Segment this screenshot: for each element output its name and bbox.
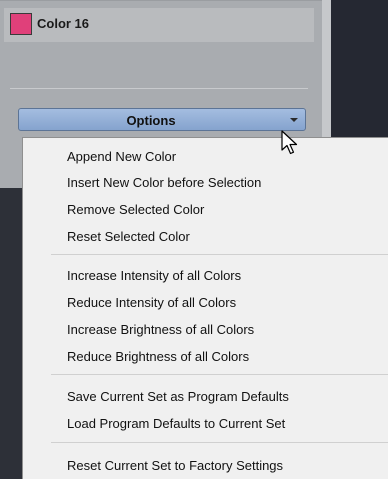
color-list-row[interactable]: Color 16 [4, 8, 314, 42]
menu-item-insert-new-color[interactable]: Insert New Color before Selection [51, 169, 388, 195]
menu-item-load-program-defaults[interactable]: Load Program Defaults to Current Set [51, 410, 388, 436]
menu-item-label: Increase Brightness of all Colors [67, 322, 255, 337]
menu-separator [51, 442, 388, 443]
menu-item-label: Reduce Intensity of all Colors [67, 295, 237, 310]
panel-top-border [0, 0, 322, 1]
menu-item-label: Remove Selected Color [67, 202, 205, 217]
menu-item-label: Append New Color [67, 149, 177, 164]
menu-item-label: Increase Intensity of all Colors [67, 268, 242, 283]
chevron-down-icon [290, 118, 298, 122]
menu-item-label: Load Program Defaults to Current Set [67, 416, 286, 431]
menu-item-label: Reduce Brightness of all Colors [67, 349, 250, 364]
menu-item-increase-brightness[interactable]: Increase Brightness of all Colors [51, 316, 388, 342]
menu-item-label: Insert New Color before Selection [67, 175, 262, 190]
screen: Color 16 Options Append New Color Insert… [0, 0, 388, 479]
menu-item-reduce-intensity[interactable]: Reduce Intensity of all Colors [51, 289, 388, 315]
color-name-label: Color 16 [37, 16, 90, 31]
menu-item-reset-selected-color[interactable]: Reset Selected Color [51, 223, 388, 249]
mouse-pointer-icon [281, 130, 298, 155]
menu-item-label: Reset Selected Color [67, 229, 190, 244]
menu-item-remove-selected-color[interactable]: Remove Selected Color [51, 196, 388, 222]
menu-item-increase-intensity[interactable]: Increase Intensity of all Colors [51, 262, 388, 288]
menu-item-reset-factory-settings[interactable]: Reset Current Set to Factory Settings [51, 452, 388, 478]
menu-separator [51, 374, 388, 375]
menu-icon-gutter [23, 138, 51, 479]
menu-item-append-new-color[interactable]: Append New Color [51, 143, 388, 169]
menu-separator [51, 254, 388, 255]
menu-item-label: Save Current Set as Program Defaults [67, 389, 289, 404]
menu-item-label: Reset Current Set to Factory Settings [67, 458, 284, 473]
panel-divider [10, 88, 308, 89]
menu-item-save-program-defaults[interactable]: Save Current Set as Program Defaults [51, 383, 388, 409]
menu-item-reduce-brightness[interactable]: Reduce Brightness of all Colors [51, 343, 388, 369]
options-menu: Append New Color Insert New Color before… [22, 137, 388, 479]
options-button-label: Options [126, 113, 176, 128]
options-button[interactable]: Options [18, 108, 306, 131]
color-swatch[interactable] [10, 13, 32, 35]
